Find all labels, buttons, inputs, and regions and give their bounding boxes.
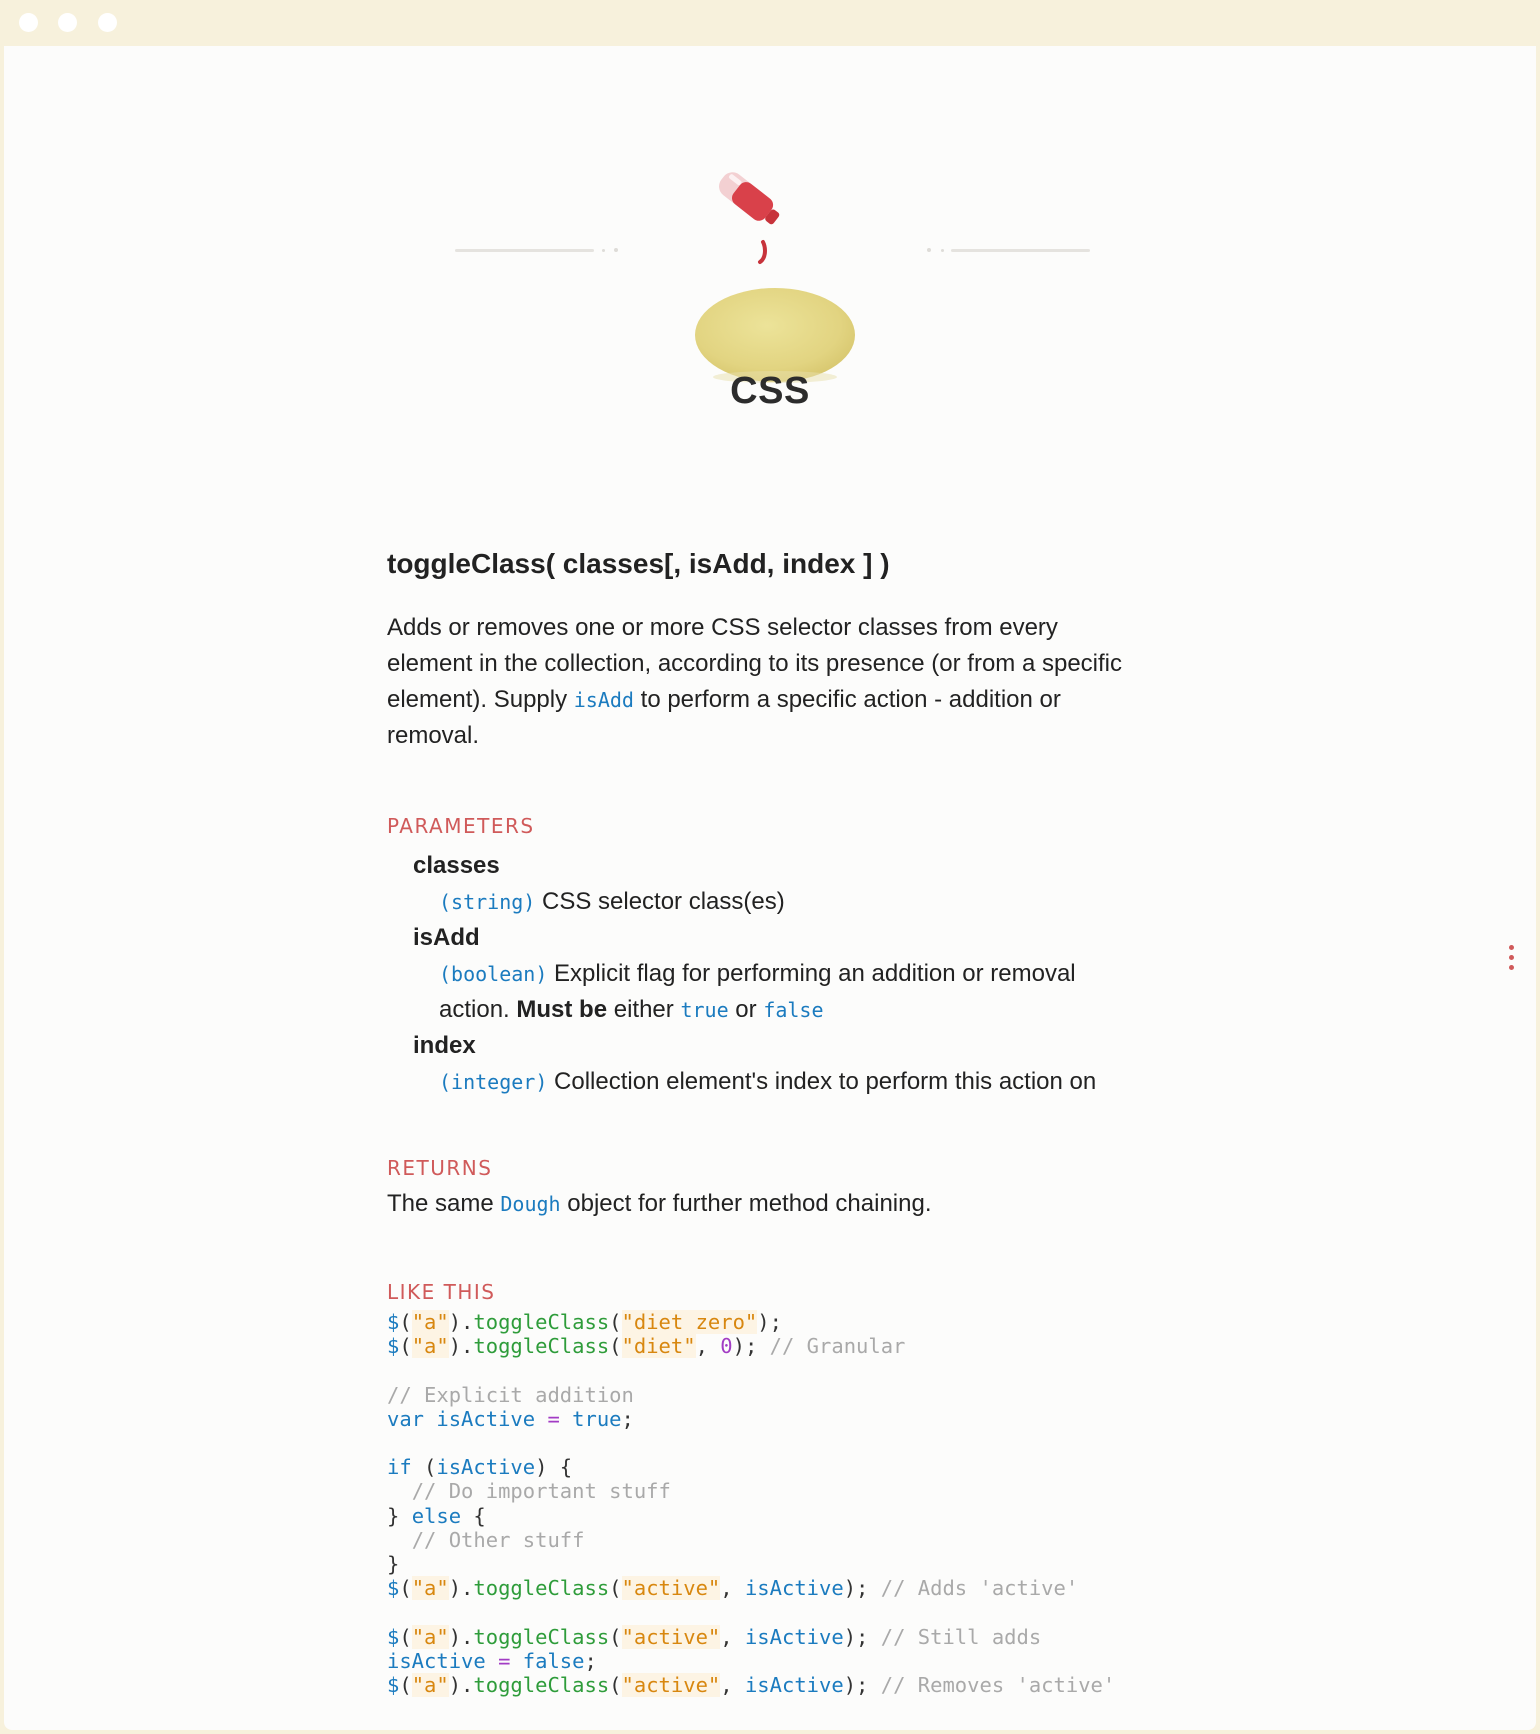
inline-code-dough: Dough xyxy=(500,1192,561,1216)
param-description: (integer) Collection element's index to … xyxy=(413,1064,1147,1100)
returns-text: The same xyxy=(387,1190,501,1217)
code-line: var isActive = true; xyxy=(387,1406,634,1431)
inline-code-isadd: isAdd xyxy=(573,688,634,712)
param-type: (string) xyxy=(439,890,536,914)
param-name: isAdd xyxy=(413,924,480,951)
code-example: $("a").toggleClass("diet zero"); $("a").… xyxy=(387,1310,1147,1698)
method-signature: toggleClass( classes[, isAdd, index ] ) xyxy=(387,548,890,579)
method-doc: toggleClass( classes[, isAdd, index ] ) … xyxy=(387,546,1147,1698)
param-text: CSS selector class(es) xyxy=(542,888,785,915)
page-hero: CSS xyxy=(4,46,1536,446)
window-minimize-button[interactable] xyxy=(58,13,77,32)
code-line: $("a").toggleClass("diet", 0); // Granul… xyxy=(387,1334,906,1359)
returns-heading: RETURNS xyxy=(387,1156,493,1180)
code-line: $("a").toggleClass("active", isActive); … xyxy=(387,1673,1116,1698)
inline-code-false: false xyxy=(763,998,824,1022)
hero-divider-left xyxy=(455,249,594,252)
code-line: if (isActive) { xyxy=(387,1455,573,1480)
browser-window: CSS toggleClass( classes[, isAdd, index … xyxy=(4,0,1536,1730)
param-emphasis: Must be xyxy=(516,996,608,1023)
code-line: $("a").toggleClass("active", isActive); … xyxy=(387,1624,1042,1649)
window-titlebar xyxy=(4,0,1536,46)
window-maximize-button[interactable] xyxy=(98,13,117,32)
hero-divider-dot xyxy=(614,248,618,252)
page-title: CSS xyxy=(730,370,810,412)
example-heading: LIKE THIS xyxy=(387,1280,496,1304)
code-line: } else { xyxy=(387,1503,486,1528)
code-line: isActive = false; xyxy=(387,1648,597,1673)
param-type: (integer) xyxy=(439,1070,548,1094)
code-line: // Do important stuff xyxy=(411,1479,671,1504)
hero-divider-dot xyxy=(941,249,944,252)
returns-description: The same Dough object for further method… xyxy=(387,1186,1147,1222)
param-description: (boolean) Explicit flag for performing a… xyxy=(413,956,1147,1028)
param-description: (string) CSS selector class(es) xyxy=(413,884,1147,920)
param-text: Collection element's index to perform th… xyxy=(554,1068,1097,1095)
hero-divider-dot xyxy=(927,248,931,252)
hero-divider-dot xyxy=(602,249,605,252)
code-line: } xyxy=(387,1552,400,1577)
returns-text: object for further method chaining. xyxy=(560,1190,932,1217)
code-line: $("a").toggleClass("active", isActive); … xyxy=(387,1576,1079,1601)
param-type: (boolean) xyxy=(439,962,548,986)
param-text: either xyxy=(613,996,674,1023)
page-viewport[interactable]: CSS toggleClass( classes[, isAdd, index … xyxy=(4,46,1536,1730)
more-vertical-icon[interactable] xyxy=(1509,945,1519,977)
param-text: or xyxy=(735,996,757,1023)
param-name: classes xyxy=(413,852,500,879)
hero-divider-right xyxy=(951,249,1090,252)
parameters-list: classes (string) CSS selector class(es) … xyxy=(387,848,1147,1100)
param-name: index xyxy=(413,1032,476,1059)
window-close-button[interactable] xyxy=(19,13,38,32)
code-line: // Other stuff xyxy=(411,1527,585,1552)
method-description: Adds or removes one or more CSS selector… xyxy=(387,610,1147,754)
inline-code-true: true xyxy=(680,998,729,1022)
dough-with-glue-bottle-icon xyxy=(695,172,855,383)
parameters-heading: PARAMETERS xyxy=(387,814,535,838)
code-line: // Explicit addition xyxy=(387,1382,634,1407)
code-line: $("a").toggleClass("diet zero"); xyxy=(387,1310,782,1334)
